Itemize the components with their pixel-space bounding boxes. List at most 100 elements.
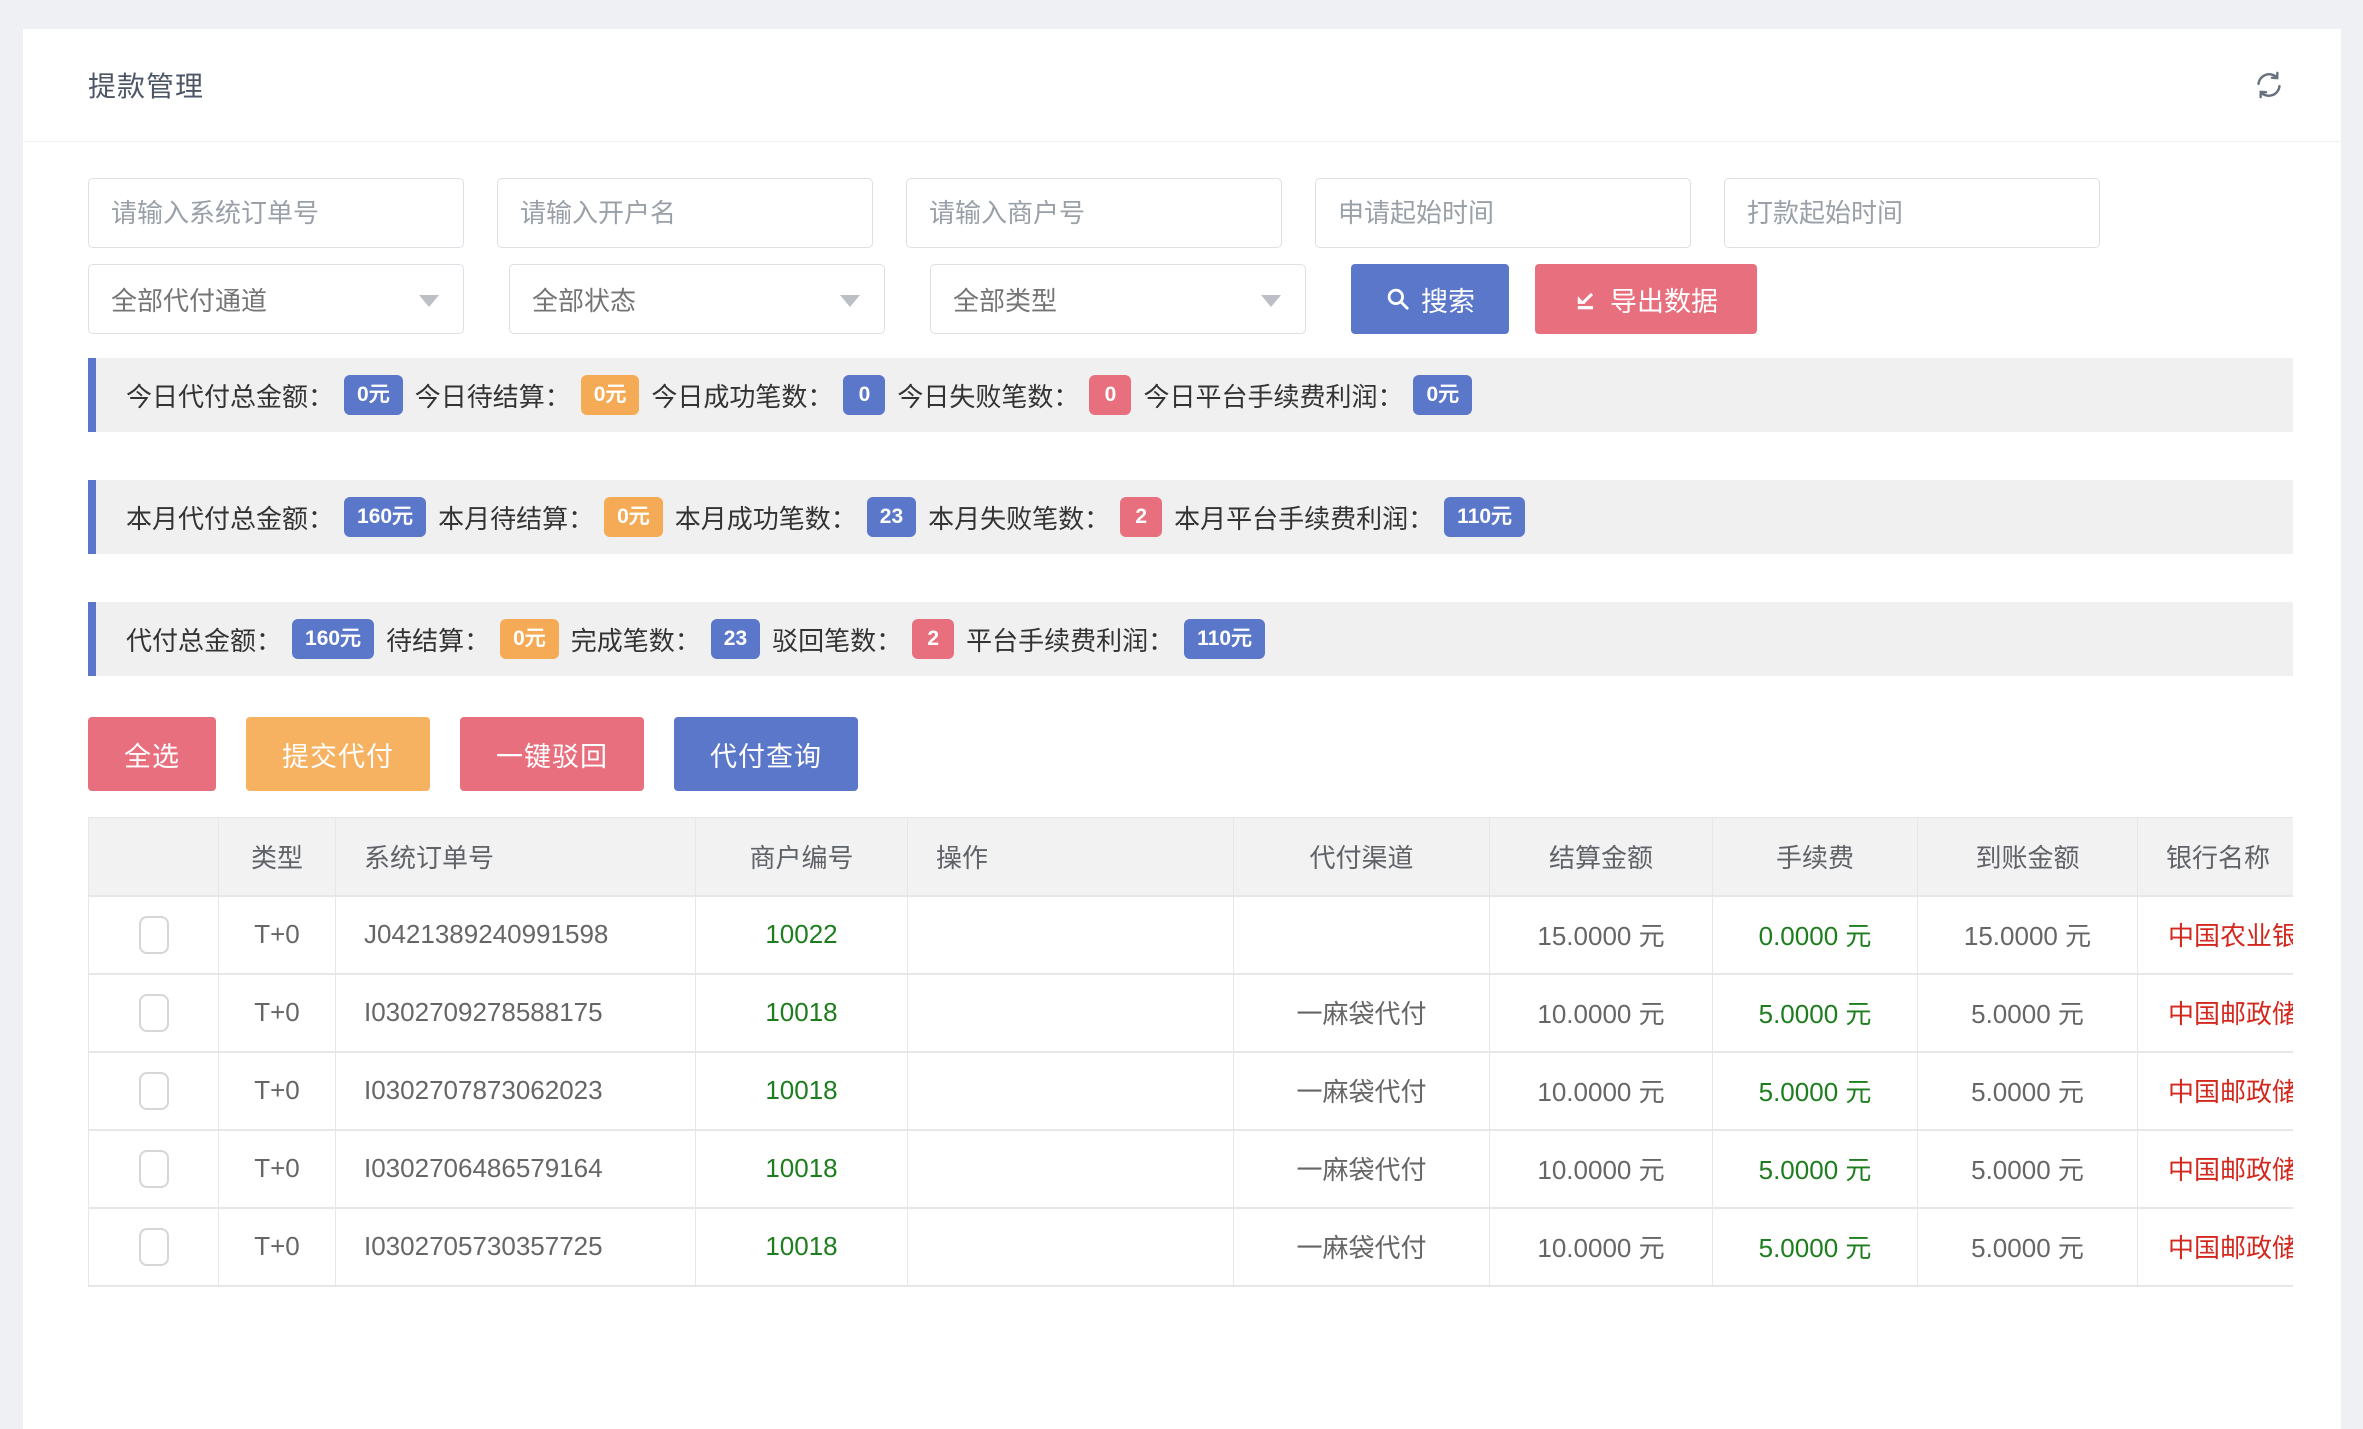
stat-label: 本月成功笔数：: [675, 499, 857, 536]
merchant-id-input[interactable]: [906, 178, 1282, 248]
table-row: T+0 I0302709278588175 10018 一麻袋代付 10.000…: [89, 974, 2294, 1052]
order-no-input[interactable]: [88, 178, 464, 248]
bulk-reject-button[interactable]: 一键驳回: [460, 717, 644, 791]
withdraw-table: 类型 系统订单号 商户编号 操作 代付渠道 结算金额 手续费 到账金额 银行名称: [88, 817, 2293, 1287]
cell-bank-name: 中国邮政储蓄银行: [2138, 1130, 2294, 1208]
stat-label: 今日失败笔数：: [897, 377, 1079, 414]
cell-channel: [1234, 896, 1490, 974]
stat-badge: 0: [1089, 375, 1131, 415]
cell-arrival-amount: 5.0000 元: [1918, 974, 2138, 1052]
stat-badge: 0: [843, 375, 885, 415]
chevron-down-icon: [419, 295, 439, 307]
stat-label: 今日平台手续费利润：: [1143, 377, 1403, 414]
stats-bar-month: 本月代付总金额： 160元 本月待结算： 0元 本月成功笔数： 23 本月失败笔…: [88, 480, 2293, 554]
export-button-label: 导出数据: [1610, 280, 1718, 319]
type-select-value: 全部类型: [953, 281, 1057, 318]
cell-operation: [908, 1052, 1234, 1130]
search-button-label: 搜索: [1421, 280, 1475, 319]
cell-settle-amount: 10.0000 元: [1490, 974, 1713, 1052]
stat-label: 今日代付总金额：: [126, 377, 334, 414]
table-row: T+0 I0302706486579164 10018 一麻袋代付 10.000…: [89, 1130, 2294, 1208]
stat-label: 本月代付总金额：: [126, 499, 334, 536]
stat-label: 待结算：: [386, 621, 490, 658]
select-all-button[interactable]: 全选: [88, 717, 216, 791]
status-select-value: 全部状态: [532, 281, 636, 318]
cell-merchant-id[interactable]: 10018: [696, 1052, 908, 1130]
header-arrival-amount: 到账金额: [1918, 818, 2138, 896]
apply-start-time-input[interactable]: [1315, 178, 1691, 248]
payment-query-button[interactable]: 代付查询: [674, 717, 858, 791]
header-checkbox: [89, 818, 219, 896]
type-select[interactable]: 全部类型: [930, 264, 1306, 334]
stat-badge: 160元: [344, 497, 426, 537]
stat-label: 今日成功笔数：: [651, 377, 833, 414]
stat-label: 本月平台手续费利润：: [1174, 499, 1434, 536]
cell-fee: 0.0000 元: [1713, 896, 1918, 974]
cell-arrival-amount: 5.0000 元: [1918, 1130, 2138, 1208]
account-name-input[interactable]: [497, 178, 873, 248]
cell-type: T+0: [219, 1208, 336, 1286]
header-fee: 手续费: [1713, 818, 1918, 896]
cell-order-no: I0302709278588175: [336, 974, 696, 1052]
row-checkbox[interactable]: [139, 1072, 169, 1110]
row-checkbox[interactable]: [139, 916, 169, 954]
stat-label: 本月失败笔数：: [928, 499, 1110, 536]
cell-operation: [908, 1130, 1234, 1208]
header-operation: 操作: [908, 818, 1234, 896]
stat-label: 代付总金额：: [126, 621, 282, 658]
table-row: T+0 I0302705730357725 10018 一麻袋代付 10.000…: [89, 1208, 2294, 1286]
stat-badge: 0元: [581, 375, 640, 415]
stat-badge: 23: [711, 619, 760, 659]
cell-settle-amount: 15.0000 元: [1490, 896, 1713, 974]
search-button[interactable]: 搜索: [1351, 264, 1509, 334]
cell-channel: 一麻袋代付: [1234, 1052, 1490, 1130]
stat-label: 本月待结算：: [438, 499, 594, 536]
channel-select[interactable]: 全部代付通道: [88, 264, 464, 334]
export-data-button[interactable]: 导出数据: [1535, 264, 1757, 334]
cell-fee: 5.0000 元: [1713, 974, 1918, 1052]
cell-bank-name: 中国农业银行: [2138, 896, 2294, 974]
cell-merchant-id[interactable]: 10018: [696, 1208, 908, 1286]
withdraw-management-card: 提款管理 全部代付通道 全部状态: [23, 29, 2341, 1429]
table-header-row: 类型 系统订单号 商户编号 操作 代付渠道 结算金额 手续费 到账金额 银行名称: [89, 818, 2294, 896]
stat-badge: 0元: [344, 375, 403, 415]
cell-fee: 5.0000 元: [1713, 1208, 1918, 1286]
cell-type: T+0: [219, 1052, 336, 1130]
actions-row: 全选 提交代付 一键驳回 代付查询: [88, 717, 2295, 791]
row-checkbox[interactable]: [139, 1150, 169, 1188]
stat-badge: 160元: [292, 619, 374, 659]
cell-order-no: I0302705730357725: [336, 1208, 696, 1286]
cell-merchant-id[interactable]: 10018: [696, 1130, 908, 1208]
cell-merchant-id[interactable]: 10022: [696, 896, 908, 974]
header-settle-amount: 结算金额: [1490, 818, 1713, 896]
stat-label: 完成笔数：: [571, 621, 701, 658]
stat-label: 今日待结算：: [415, 377, 571, 414]
chevron-down-icon: [1261, 295, 1281, 307]
cell-type: T+0: [219, 896, 336, 974]
export-icon: [1574, 286, 1600, 312]
stat-badge: 110元: [1444, 497, 1525, 537]
cell-order-no: I0302707873062023: [336, 1052, 696, 1130]
cell-operation: [908, 896, 1234, 974]
submit-payment-button[interactable]: 提交代付: [246, 717, 430, 791]
stats-bar-total: 代付总金额： 160元 待结算： 0元 完成笔数： 23 驳回笔数： 2 平台手…: [88, 602, 2293, 676]
status-select[interactable]: 全部状态: [509, 264, 885, 334]
cell-arrival-amount: 5.0000 元: [1918, 1208, 2138, 1286]
cell-settle-amount: 10.0000 元: [1490, 1130, 1713, 1208]
refresh-button[interactable]: [2249, 65, 2289, 105]
cell-channel: 一麻袋代付: [1234, 974, 1490, 1052]
header-order-no: 系统订单号: [336, 818, 696, 896]
row-checkbox[interactable]: [139, 1228, 169, 1266]
row-checkbox[interactable]: [139, 994, 169, 1032]
stat-label: 平台手续费利润：: [966, 621, 1174, 658]
stat-badge: 2: [1120, 497, 1162, 537]
cell-channel: 一麻袋代付: [1234, 1208, 1490, 1286]
cell-operation: [908, 1208, 1234, 1286]
stats-bar-today: 今日代付总金额： 0元 今日待结算： 0元 今日成功笔数： 0 今日失败笔数： …: [88, 358, 2293, 432]
cell-bank-name: 中国邮政储蓄银行: [2138, 974, 2294, 1052]
cell-merchant-id[interactable]: 10018: [696, 974, 908, 1052]
pay-start-time-input[interactable]: [1724, 178, 2100, 248]
cell-settle-amount: 10.0000 元: [1490, 1052, 1713, 1130]
stat-badge: 0元: [1413, 375, 1472, 415]
cell-order-no: J0421389240991598: [336, 896, 696, 974]
